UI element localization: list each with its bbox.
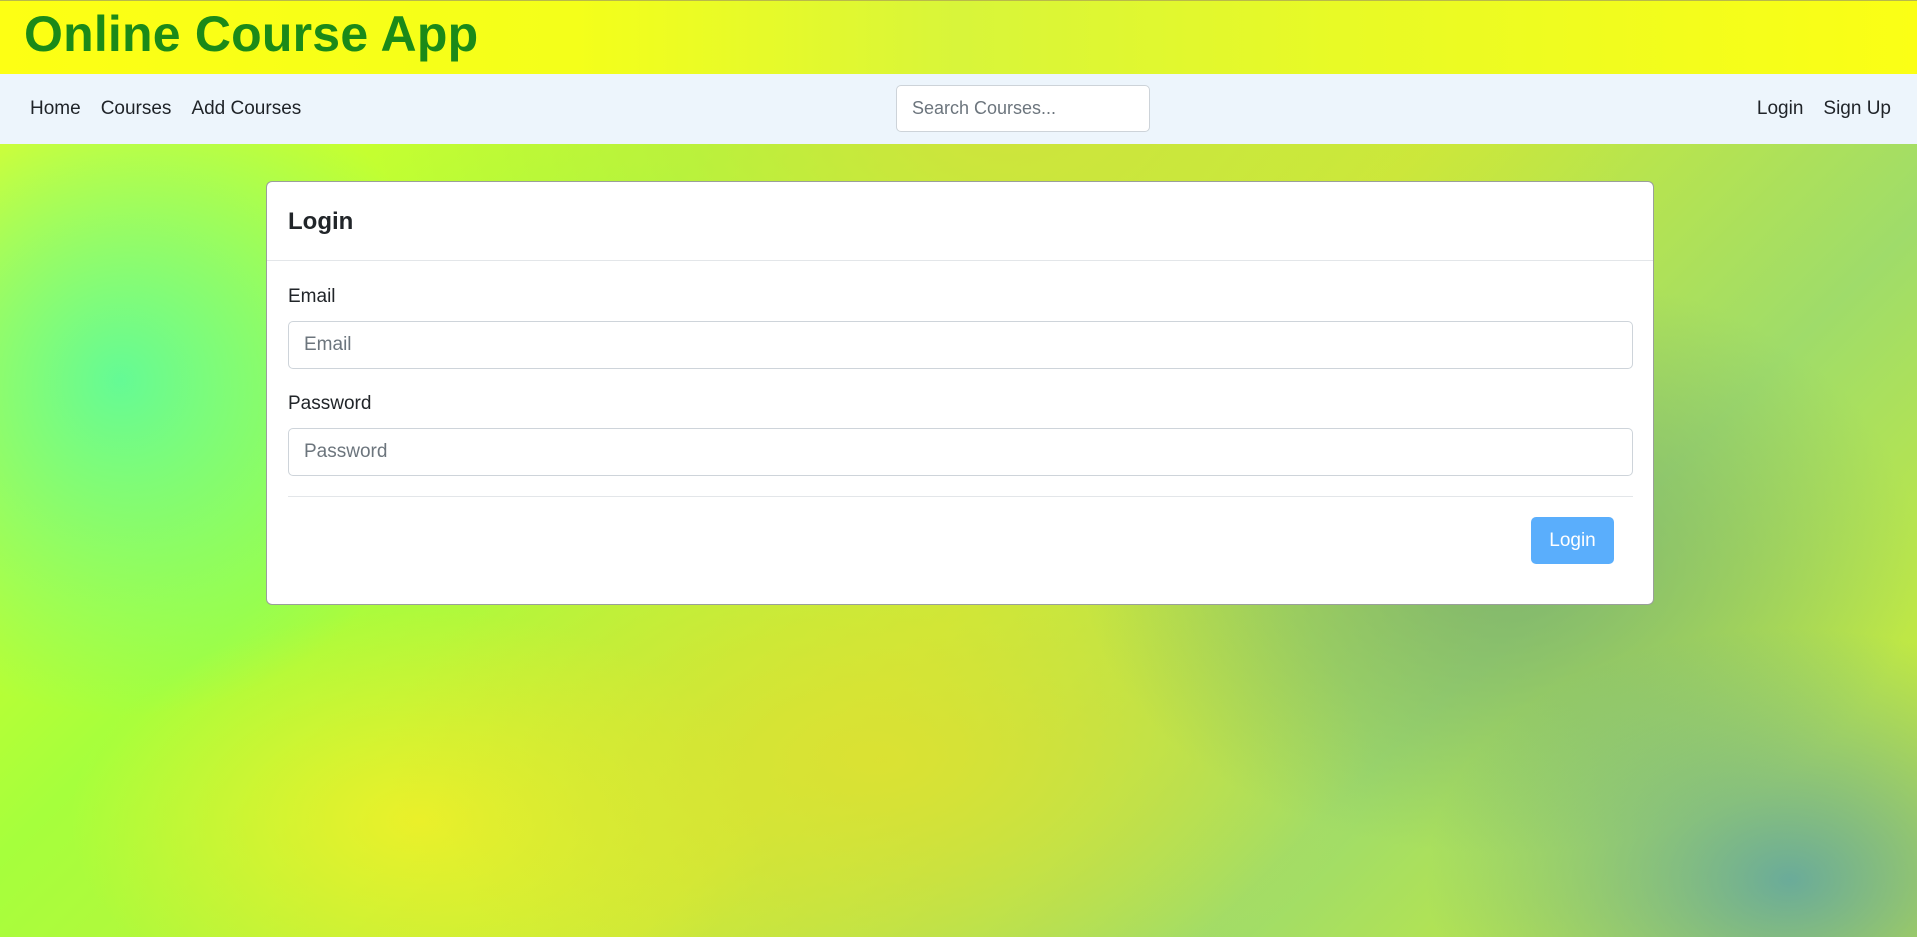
login-card: Login Email Password Login (266, 181, 1654, 605)
login-card-title: Login (288, 208, 354, 235)
navbar: Home Courses Add Courses Login Sign Up (0, 74, 1917, 144)
login-submit-button[interactable]: Login (1531, 517, 1614, 564)
form-divider (288, 496, 1633, 497)
nav-link-home[interactable]: Home (30, 98, 81, 120)
password-label: Password (288, 393, 372, 414)
nav-link-login[interactable]: Login (1757, 98, 1804, 120)
app-title: Online Course App (24, 6, 479, 62)
nav-link-add-courses[interactable]: Add Courses (191, 98, 301, 120)
email-field[interactable] (288, 321, 1633, 369)
search-courses-input[interactable] (896, 85, 1150, 132)
nav-link-courses[interactable]: Courses (101, 98, 172, 120)
email-label: Email (288, 286, 336, 307)
password-field[interactable] (288, 428, 1633, 476)
nav-left-links: Home Courses Add Courses (30, 74, 301, 144)
nav-link-sign-up[interactable]: Sign Up (1823, 98, 1891, 120)
login-card-header: Login (267, 182, 1653, 261)
top-banner: Online Course App (0, 0, 1917, 74)
nav-right-links: Login Sign Up (1757, 74, 1891, 144)
